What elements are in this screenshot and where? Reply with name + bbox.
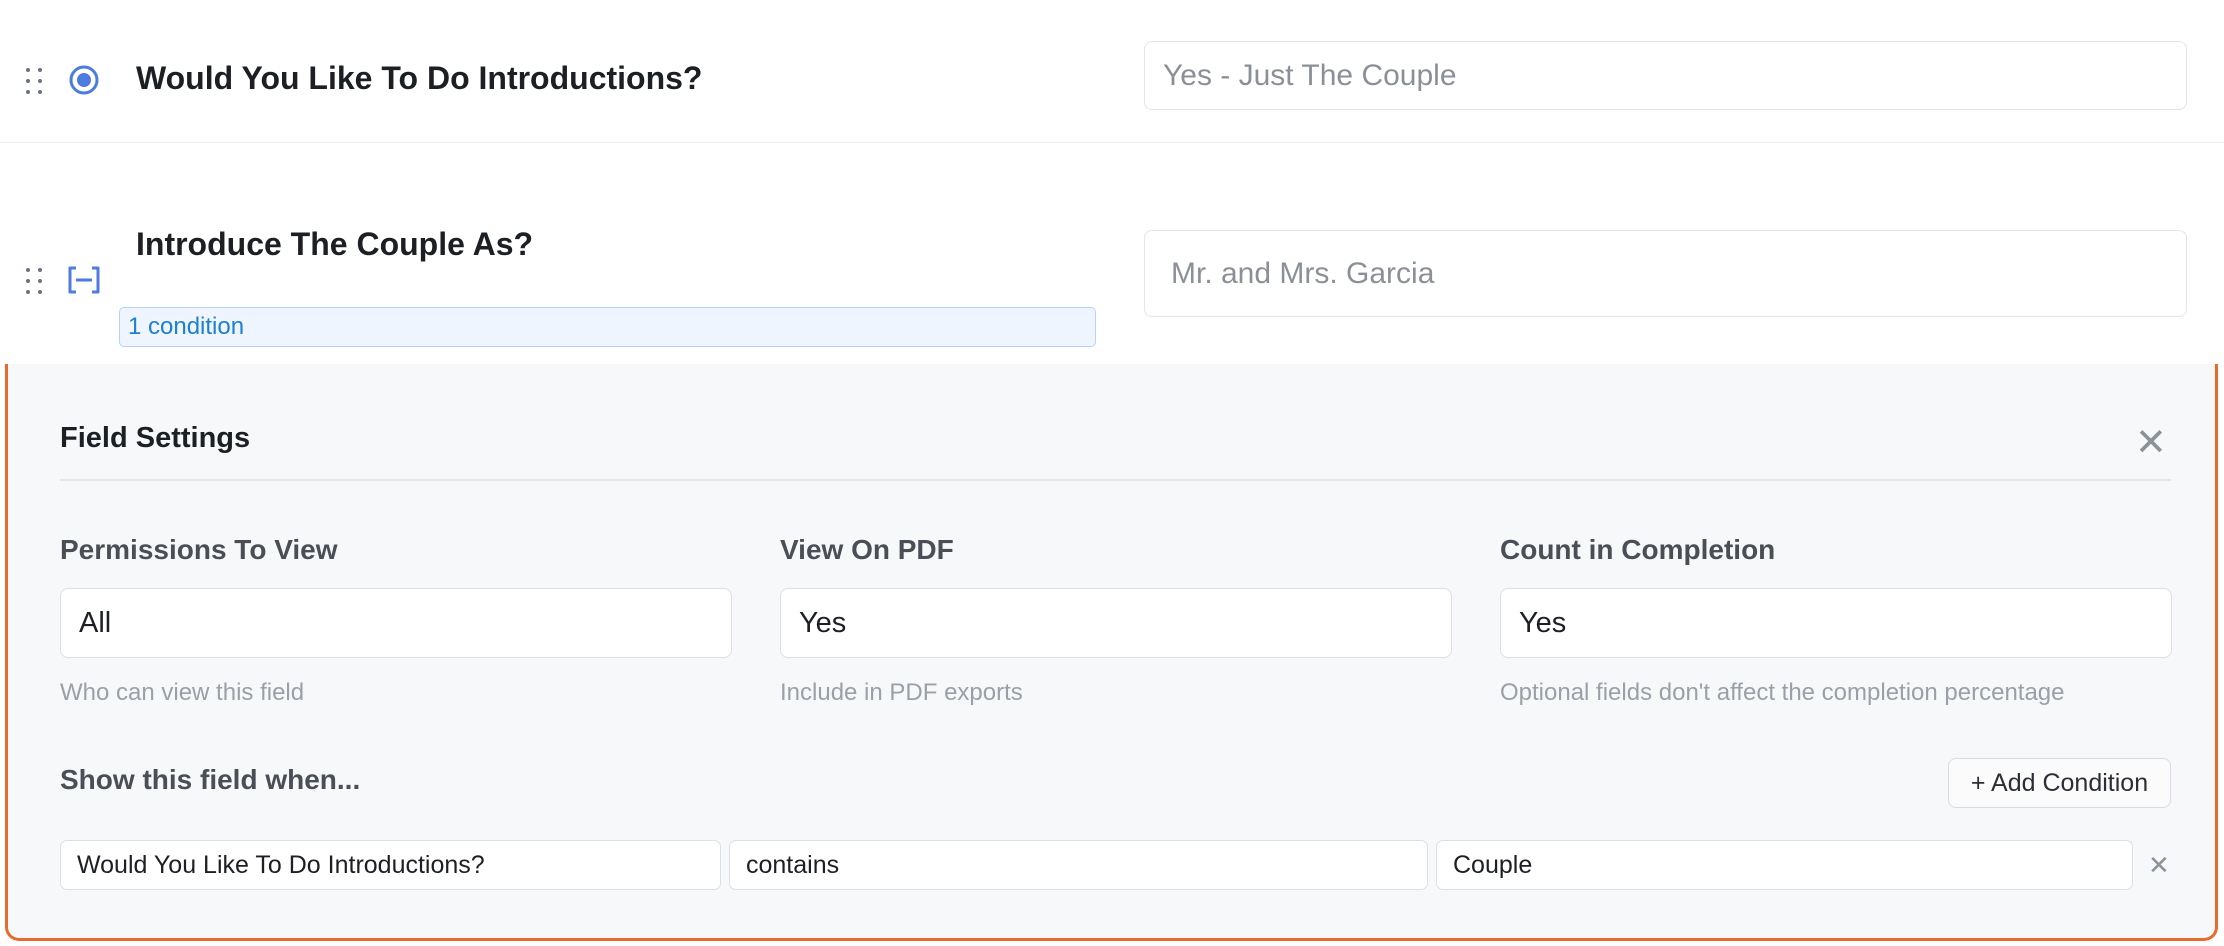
field-title: Would You Like To Do Introductions? xyxy=(136,60,703,96)
condition-operator-select[interactable]: contains xyxy=(729,840,1428,890)
view-on-pdf-label: View On PDF xyxy=(780,534,954,565)
field-title: Introduce The Couple As? xyxy=(136,226,534,262)
condition-value-input[interactable]: Couple xyxy=(1436,840,2133,890)
count-in-completion-select[interactable]: Yes xyxy=(1500,588,2172,658)
count-in-completion-help: Optional fields don't affect the complet… xyxy=(1500,679,2065,706)
text-field-icon xyxy=(66,264,102,296)
drag-handle-icon[interactable] xyxy=(26,68,48,96)
conditions-heading: Show this field when... xyxy=(60,764,361,795)
permissions-label: Permissions To View xyxy=(60,534,338,565)
condition-field-select[interactable]: Would You Like To Do Introductions? xyxy=(60,840,721,890)
count-in-completion-label: Count in Completion xyxy=(1500,534,1776,565)
condition-badge[interactable]: 1 condition xyxy=(119,307,1096,347)
permissions-select[interactable]: All xyxy=(60,588,732,658)
drag-handle-icon[interactable] xyxy=(26,268,48,296)
field-row-introduce-couple: Introduce The Couple As? 1 condition Mr.… xyxy=(0,144,2224,364)
close-icon[interactable]: ✕ xyxy=(2135,424,2167,462)
add-condition-button[interactable]: + Add Condition xyxy=(1948,758,2171,808)
panel-title: Field Settings xyxy=(60,422,251,454)
view-on-pdf-help: Include in PDF exports xyxy=(780,679,1023,706)
remove-condition-icon[interactable]: ✕ xyxy=(2148,850,2170,881)
view-on-pdf-select[interactable]: Yes xyxy=(780,588,1452,658)
panel-divider xyxy=(60,479,2171,481)
field-settings-panel: Field Settings ✕ Permissions To View All… xyxy=(5,364,2218,941)
permissions-help: Who can view this field xyxy=(60,679,305,706)
field-value-input[interactable]: Yes - Just The Couple xyxy=(1144,41,2187,110)
radio-icon xyxy=(68,64,100,96)
field-value-input[interactable]: Mr. and Mrs. Garcia xyxy=(1144,230,2187,317)
field-row-introductions: Would You Like To Do Introductions? Yes … xyxy=(0,0,2224,143)
